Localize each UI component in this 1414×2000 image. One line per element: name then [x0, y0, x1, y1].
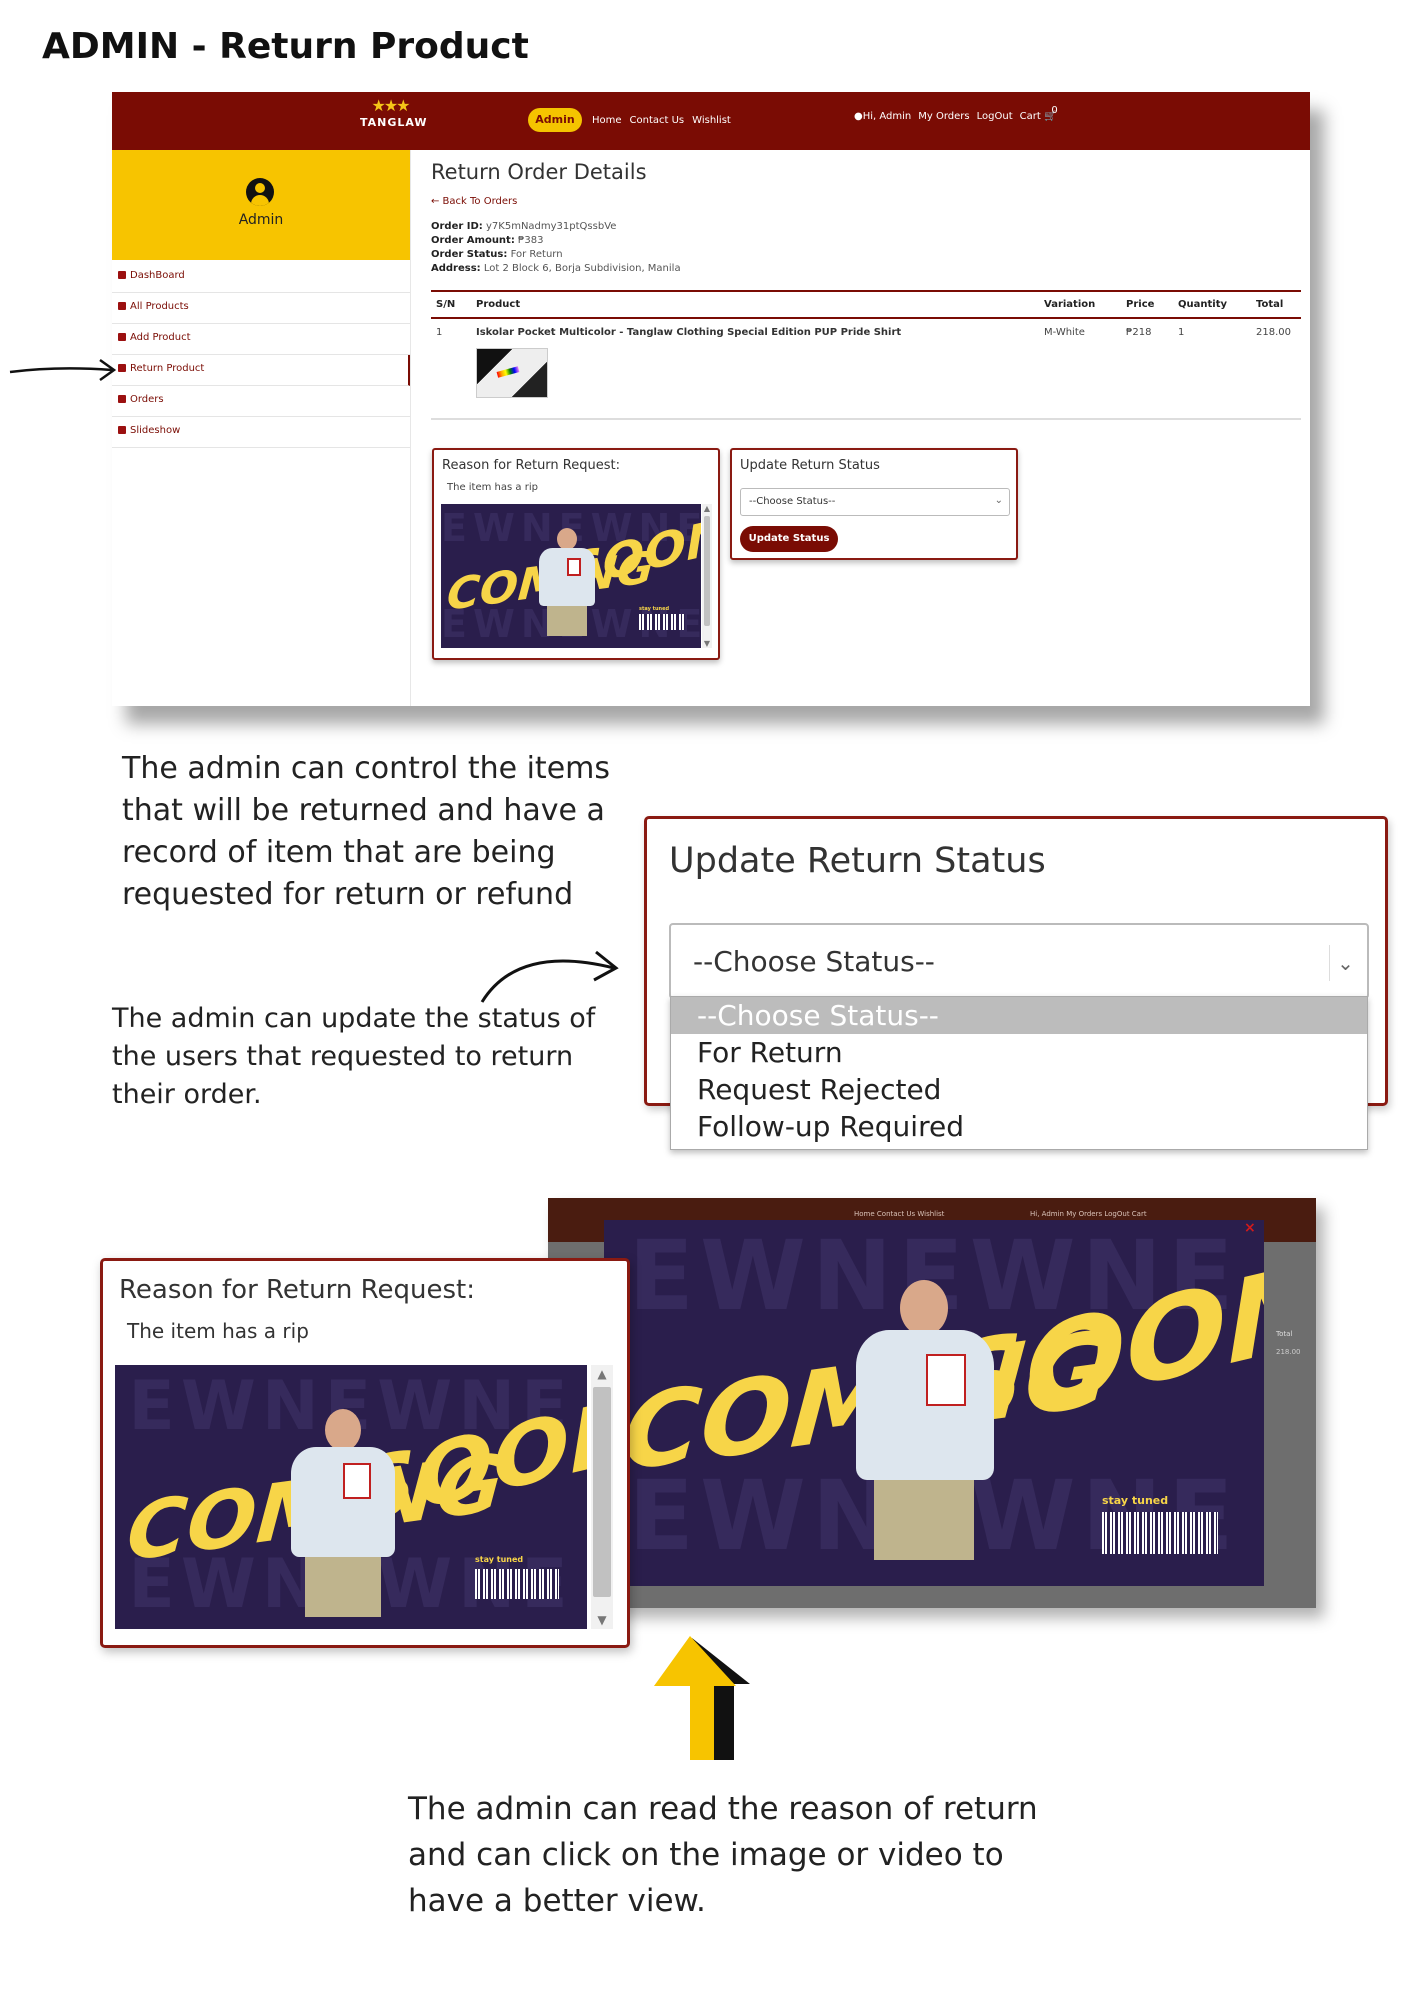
up-arrow-icon	[654, 1636, 750, 1760]
back-to-orders-link[interactable]: ← Back To Orders	[431, 196, 517, 207]
status-option-choose[interactable]: --Choose Status--	[671, 997, 1367, 1034]
col-price: Price	[1121, 290, 1173, 319]
user-greeting[interactable]: ●Hi, Admin	[854, 111, 911, 122]
slideshow-icon	[118, 426, 126, 434]
admin-screenshot: ★★★ TANGLAW Admin Home Contact Us Wishli…	[112, 92, 1310, 706]
sidebar-divider	[410, 150, 411, 706]
page-title: ADMIN - Return Product	[42, 26, 529, 67]
reason-title: Reason for Return Request:	[442, 458, 620, 473]
close-icon[interactable]: ×	[1244, 1220, 1256, 1236]
cart-link[interactable]: Cart 🛒0	[1020, 105, 1058, 122]
col-variation: Variation	[1039, 290, 1121, 319]
logout-link[interactable]: LogOut	[977, 111, 1013, 122]
zoomed-scrollbar[interactable]: ▲ ▼	[591, 1365, 613, 1629]
caption-update: The admin can update the status of the u…	[112, 1003, 596, 1110]
sidebar-item-add-product[interactable]: Add Product	[112, 324, 410, 355]
caption-control: The admin can control the items that wil…	[122, 751, 610, 912]
sidebar-item-orders[interactable]: Orders	[112, 386, 410, 417]
order-id: y7K5mNadmy31ptQssbVe	[486, 221, 617, 232]
order-status: For Return	[510, 249, 563, 260]
chevron-down-icon: ⌄	[1329, 945, 1361, 981]
tanglaw-logo[interactable]: ★★★ TANGLAW	[360, 96, 428, 146]
nav-links: Home Contact Us Wishlist	[592, 108, 731, 132]
return-order-title: Return Order Details	[431, 160, 647, 184]
reason-box: Reason for Return Request: The item has …	[432, 448, 720, 660]
user-avatar-icon	[246, 178, 274, 206]
status-select[interactable]: --Choose Status-- ⌄	[740, 488, 1010, 516]
modal-model	[850, 1280, 1000, 1586]
nav-home-link[interactable]: Home	[592, 115, 622, 126]
zoomed-reason-text: The item has a rip	[127, 1319, 309, 1343]
arrow-icon	[9, 358, 117, 382]
update-status-box: Update Return Status --Choose Status-- ⌄…	[730, 448, 1018, 560]
caption-read: The admin can read the reason of return …	[408, 1791, 1038, 1919]
barcode-icon	[475, 1569, 559, 1599]
barcode-icon	[639, 614, 685, 630]
update-status-title: Update Return Status	[740, 458, 880, 473]
reason-scrollbar[interactable]: ▲ ▼	[702, 504, 712, 648]
my-orders-link[interactable]: My Orders	[918, 111, 969, 122]
sidebar-item-slideshow[interactable]: Slideshow	[112, 417, 410, 448]
user-icon: ●	[854, 110, 863, 122]
sidebar-item-return-product[interactable]: Return Product	[112, 355, 410, 386]
col-product: Product	[471, 290, 1039, 319]
table-header-row: S/N Product Variation Price Quantity Tot…	[431, 290, 1301, 319]
star-logo-icon: ★★★	[371, 96, 410, 115]
status-option-follow-up[interactable]: Follow-up Required	[671, 1108, 1367, 1145]
poster-tagline: stay tuned	[639, 606, 670, 612]
barcode-icon	[1102, 1512, 1218, 1554]
order-address: Lot 2 Block 6, Borja Subdivision, Manila	[483, 263, 681, 274]
sidebar-menu: DashBoard All Products Add Product Retur…	[112, 262, 410, 448]
table-row: 1 Iskolar Pocket Multicolor - Tanglaw Cl…	[431, 318, 1301, 406]
nav-contact-link[interactable]: Contact Us	[630, 115, 685, 126]
order-meta: Order ID: y7K5mNadmy31ptQssbVe Order Amo…	[431, 221, 681, 274]
add-product-icon	[118, 333, 126, 341]
order-items-table: S/N Product Variation Price Quantity Tot…	[431, 290, 1301, 406]
status-option-for-return[interactable]: For Return	[671, 1034, 1367, 1071]
col-quantity: Quantity	[1173, 290, 1251, 319]
zoomed-status-select[interactable]: --Choose Status-- ⌄	[669, 923, 1369, 999]
dashboard-icon	[118, 271, 126, 279]
col-sn: S/N	[431, 290, 471, 319]
image-modal-screenshot: Home Contact Us Wishlist Hi, Admin My Or…	[548, 1198, 1316, 1608]
zoomed-status-title: Update Return Status	[669, 841, 1046, 881]
return-evidence-image[interactable]: EWNEWNE EWNEWNE COMING SOON stay tuned	[441, 504, 701, 648]
reason-text: The item has a rip	[447, 482, 538, 493]
orders-icon	[118, 395, 126, 403]
sidebar-header: Admin	[112, 150, 410, 260]
zoomed-model	[287, 1409, 399, 1629]
chevron-down-icon: ⌄	[994, 495, 1003, 506]
products-icon	[118, 302, 126, 310]
product-thumbnail[interactable]	[476, 348, 548, 398]
modal-enlarged-image[interactable]: EWNEWNE EWNEWNE COMING SOON stay tuned	[604, 1220, 1264, 1586]
curved-arrow-icon	[480, 950, 619, 1003]
product-name: Iskolar Pocket Multicolor - Tanglaw Clot…	[476, 327, 902, 338]
order-amount: ₱383	[518, 235, 544, 246]
return-icon	[118, 364, 126, 372]
nav-wishlist-link[interactable]: Wishlist	[692, 115, 731, 126]
zoomed-reason-title: Reason for Return Request:	[119, 1275, 475, 1305]
sidebar-item-all-products[interactable]: All Products	[112, 293, 410, 324]
status-dropdown-list: --Choose Status-- For Return Request Rej…	[670, 996, 1368, 1150]
sidebar-user-label: Admin	[238, 212, 284, 228]
navbar: ★★★ TANGLAW Admin Home Contact Us Wishli…	[112, 92, 1310, 150]
cart-count: 0	[1051, 104, 1058, 116]
zoomed-evidence-image[interactable]: EWNEWNE EWNEWNE COMING SOON stay tuned	[115, 1365, 587, 1629]
zoomed-reason-box: Reason for Return Request: The item has …	[100, 1258, 630, 1648]
logo-text: TANGLAW	[360, 116, 428, 129]
sidebar-item-dashboard[interactable]: DashBoard	[112, 262, 410, 293]
status-option-rejected[interactable]: Request Rejected	[671, 1071, 1367, 1108]
poster-model	[537, 528, 597, 648]
table-divider	[431, 418, 1301, 420]
update-status-button[interactable]: Update Status	[740, 526, 838, 552]
admin-button[interactable]: Admin	[528, 108, 582, 132]
nav-account: ●Hi, Admin My Orders LogOut Cart 🛒0	[854, 104, 1058, 128]
col-total: Total	[1251, 290, 1301, 319]
